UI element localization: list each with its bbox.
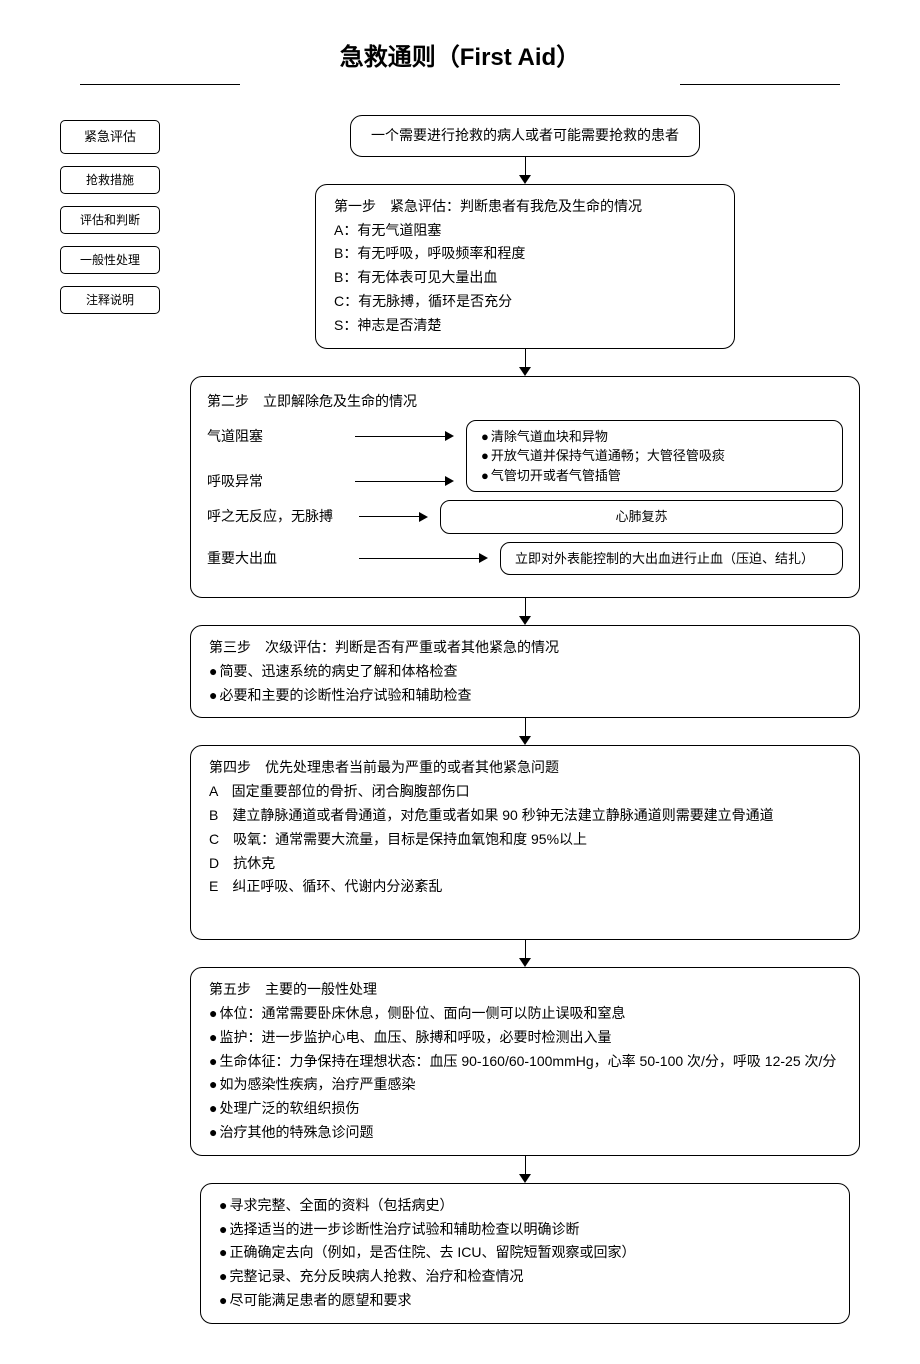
bullet: 体位：通常需要卧床休息，侧卧位、面向一侧可以防止误吸和窒息: [209, 1002, 841, 1026]
step2-left-nopulse: 呼之无反应，无脉搏: [207, 506, 347, 527]
step1-title: 第一步 紧急评估：判断患者有我危及生命的情况: [334, 195, 716, 219]
step1-line: A：有无气道阻塞: [334, 219, 716, 243]
letter-item: E 纠正呼吸、循环、代谢内分泌紊乱: [209, 875, 841, 899]
step1-line: C：有无脉搏，循环是否充分: [334, 290, 716, 314]
arrow-right: [355, 476, 454, 486]
bullet: 寻求完整、全面的资料（包括病史）: [219, 1194, 831, 1218]
arrow: [519, 157, 531, 184]
letter-item: B 建立静脉通道或者骨通道，对危重或者如果 90 秒钟无法建立静脉通道则需要建立…: [209, 804, 841, 828]
step2-right-airway: 清除气道血块和异物 开放气道并保持气道通畅；大管径管吸痰 气管切开或者气管插管: [466, 420, 843, 493]
step6-node: 寻求完整、全面的资料（包括病史） 选择适当的进一步诊断性治疗试验和辅助检查以明确…: [200, 1183, 850, 1324]
flowchart: 一个需要进行抢救的病人或者可能需要抢救的患者 第一步 紧急评估：判断患者有我危及…: [190, 115, 860, 1324]
step5-node: 第五步 主要的一般性处理 体位：通常需要卧床休息，侧卧位、面向一侧可以防止误吸和…: [190, 967, 860, 1156]
step2-row-bleed: 重要大出血 立即对外表能控制的大出血进行止血（压迫、结扎）: [207, 542, 843, 576]
bullet: 开放气道并保持气道通畅；大管径管吸痰: [481, 446, 828, 466]
letter-item: D 抗休克: [209, 852, 841, 876]
arrow-right: [359, 512, 428, 522]
arrow: [519, 349, 531, 376]
main-container: 紧急评估 抢救措施 评估和判断 一般性处理 注释说明 一个需要进行抢救的病人或者…: [60, 115, 860, 1324]
step2-title: 第二步 立即解除危及生命的情况: [207, 391, 843, 412]
step4-node: 第四步 优先处理患者当前最为严重的或者其他紧急问题 A 固定重要部位的骨折、闭合…: [190, 745, 860, 940]
step2-row-nopulse: 呼之无反应，无脉搏 心肺复苏: [207, 500, 843, 534]
bullet: 正确确定去向（例如，是否住院、去 ICU、留院短暂观察或回家）: [219, 1241, 831, 1265]
step1-line: S：神志是否清楚: [334, 314, 716, 338]
sidebar-item-rescue[interactable]: 抢救措施: [60, 166, 160, 194]
bullet: 尽可能满足患者的愿望和要求: [219, 1289, 831, 1313]
arrow: [519, 718, 531, 745]
sidebar-item-general[interactable]: 一般性处理: [60, 246, 160, 274]
sidebar: 紧急评估 抢救措施 评估和判断 一般性处理 注释说明: [60, 120, 160, 314]
bullet: 监护：进一步监护心电、血压、脉搏和呼吸，必要时检测出入量: [209, 1026, 841, 1050]
page-title: 急救通则（First Aid）: [60, 40, 860, 76]
step5-title: 第五步 主要的一般性处理: [209, 978, 841, 1002]
bullet: 治疗其他的特殊急诊问题: [209, 1121, 841, 1145]
bullet: 必要和主要的诊断性治疗试验和辅助检查: [209, 684, 841, 708]
title-underline: [80, 84, 840, 85]
arrow: [519, 598, 531, 625]
bullet: 如为感染性疾病，治疗严重感染: [209, 1073, 841, 1097]
bullet: 清除气道血块和异物: [481, 427, 828, 447]
bullet: 处理广泛的软组织损伤: [209, 1097, 841, 1121]
step2-left-breath: 呼吸异常: [207, 471, 347, 492]
sidebar-item-emergency-eval[interactable]: 紧急评估: [60, 120, 160, 154]
bullet: 完整记录、充分反映病人抢救、治疗和检查情况: [219, 1265, 831, 1289]
step2-left-bleed: 重要大出血: [207, 548, 347, 569]
step3-title: 第三步 次级评估：判断是否有严重或者其他紧急的情况: [209, 636, 841, 660]
step2-left-airway: 气道阻塞: [207, 426, 347, 447]
step2-right-bleed: 立即对外表能控制的大出血进行止血（压迫、结扎）: [500, 542, 843, 576]
step1-line: B：有无呼吸，呼吸频率和程度: [334, 242, 716, 266]
bullet: 生命体征：力争保持在理想状态：血压 90-160/60-100mmHg，心率 5…: [209, 1050, 841, 1074]
arrow-right: [359, 553, 488, 563]
start-node: 一个需要进行抢救的病人或者可能需要抢救的患者: [350, 115, 700, 157]
step2-right-cpr: 心肺复苏: [440, 500, 843, 534]
step1-line: B：有无体表可见大量出血: [334, 266, 716, 290]
sidebar-item-eval-judge[interactable]: 评估和判断: [60, 206, 160, 234]
step2-node: 第二步 立即解除危及生命的情况 气道阻塞 呼吸异常 清除气道血块和异物: [190, 376, 860, 599]
bullet: 简要、迅速系统的病史了解和体格检查: [209, 660, 841, 684]
letter-item: A 固定重要部位的骨折、闭合胸腹部伤口: [209, 780, 841, 804]
step4-title: 第四步 优先处理患者当前最为严重的或者其他紧急问题: [209, 756, 841, 780]
step1-node: 第一步 紧急评估：判断患者有我危及生命的情况 A：有无气道阻塞 B：有无呼吸，呼…: [315, 184, 735, 349]
bullet: 气管切开或者气管插管: [481, 466, 828, 486]
letter-item: C 吸氧：通常需要大流量，目标是保持血氧饱和度 95%以上: [209, 828, 841, 852]
arrow: [519, 940, 531, 967]
arrow-right: [355, 431, 454, 441]
step2-row-airway: 气道阻塞 呼吸异常 清除气道血块和异物 开放气道并保持气道通畅；大管径管吸痰 气…: [207, 420, 843, 493]
bullet: 选择适当的进一步诊断性治疗试验和辅助检查以明确诊断: [219, 1218, 831, 1242]
step3-node: 第三步 次级评估：判断是否有严重或者其他紧急的情况 简要、迅速系统的病史了解和体…: [190, 625, 860, 718]
sidebar-item-notes[interactable]: 注释说明: [60, 286, 160, 314]
arrow: [519, 1156, 531, 1183]
